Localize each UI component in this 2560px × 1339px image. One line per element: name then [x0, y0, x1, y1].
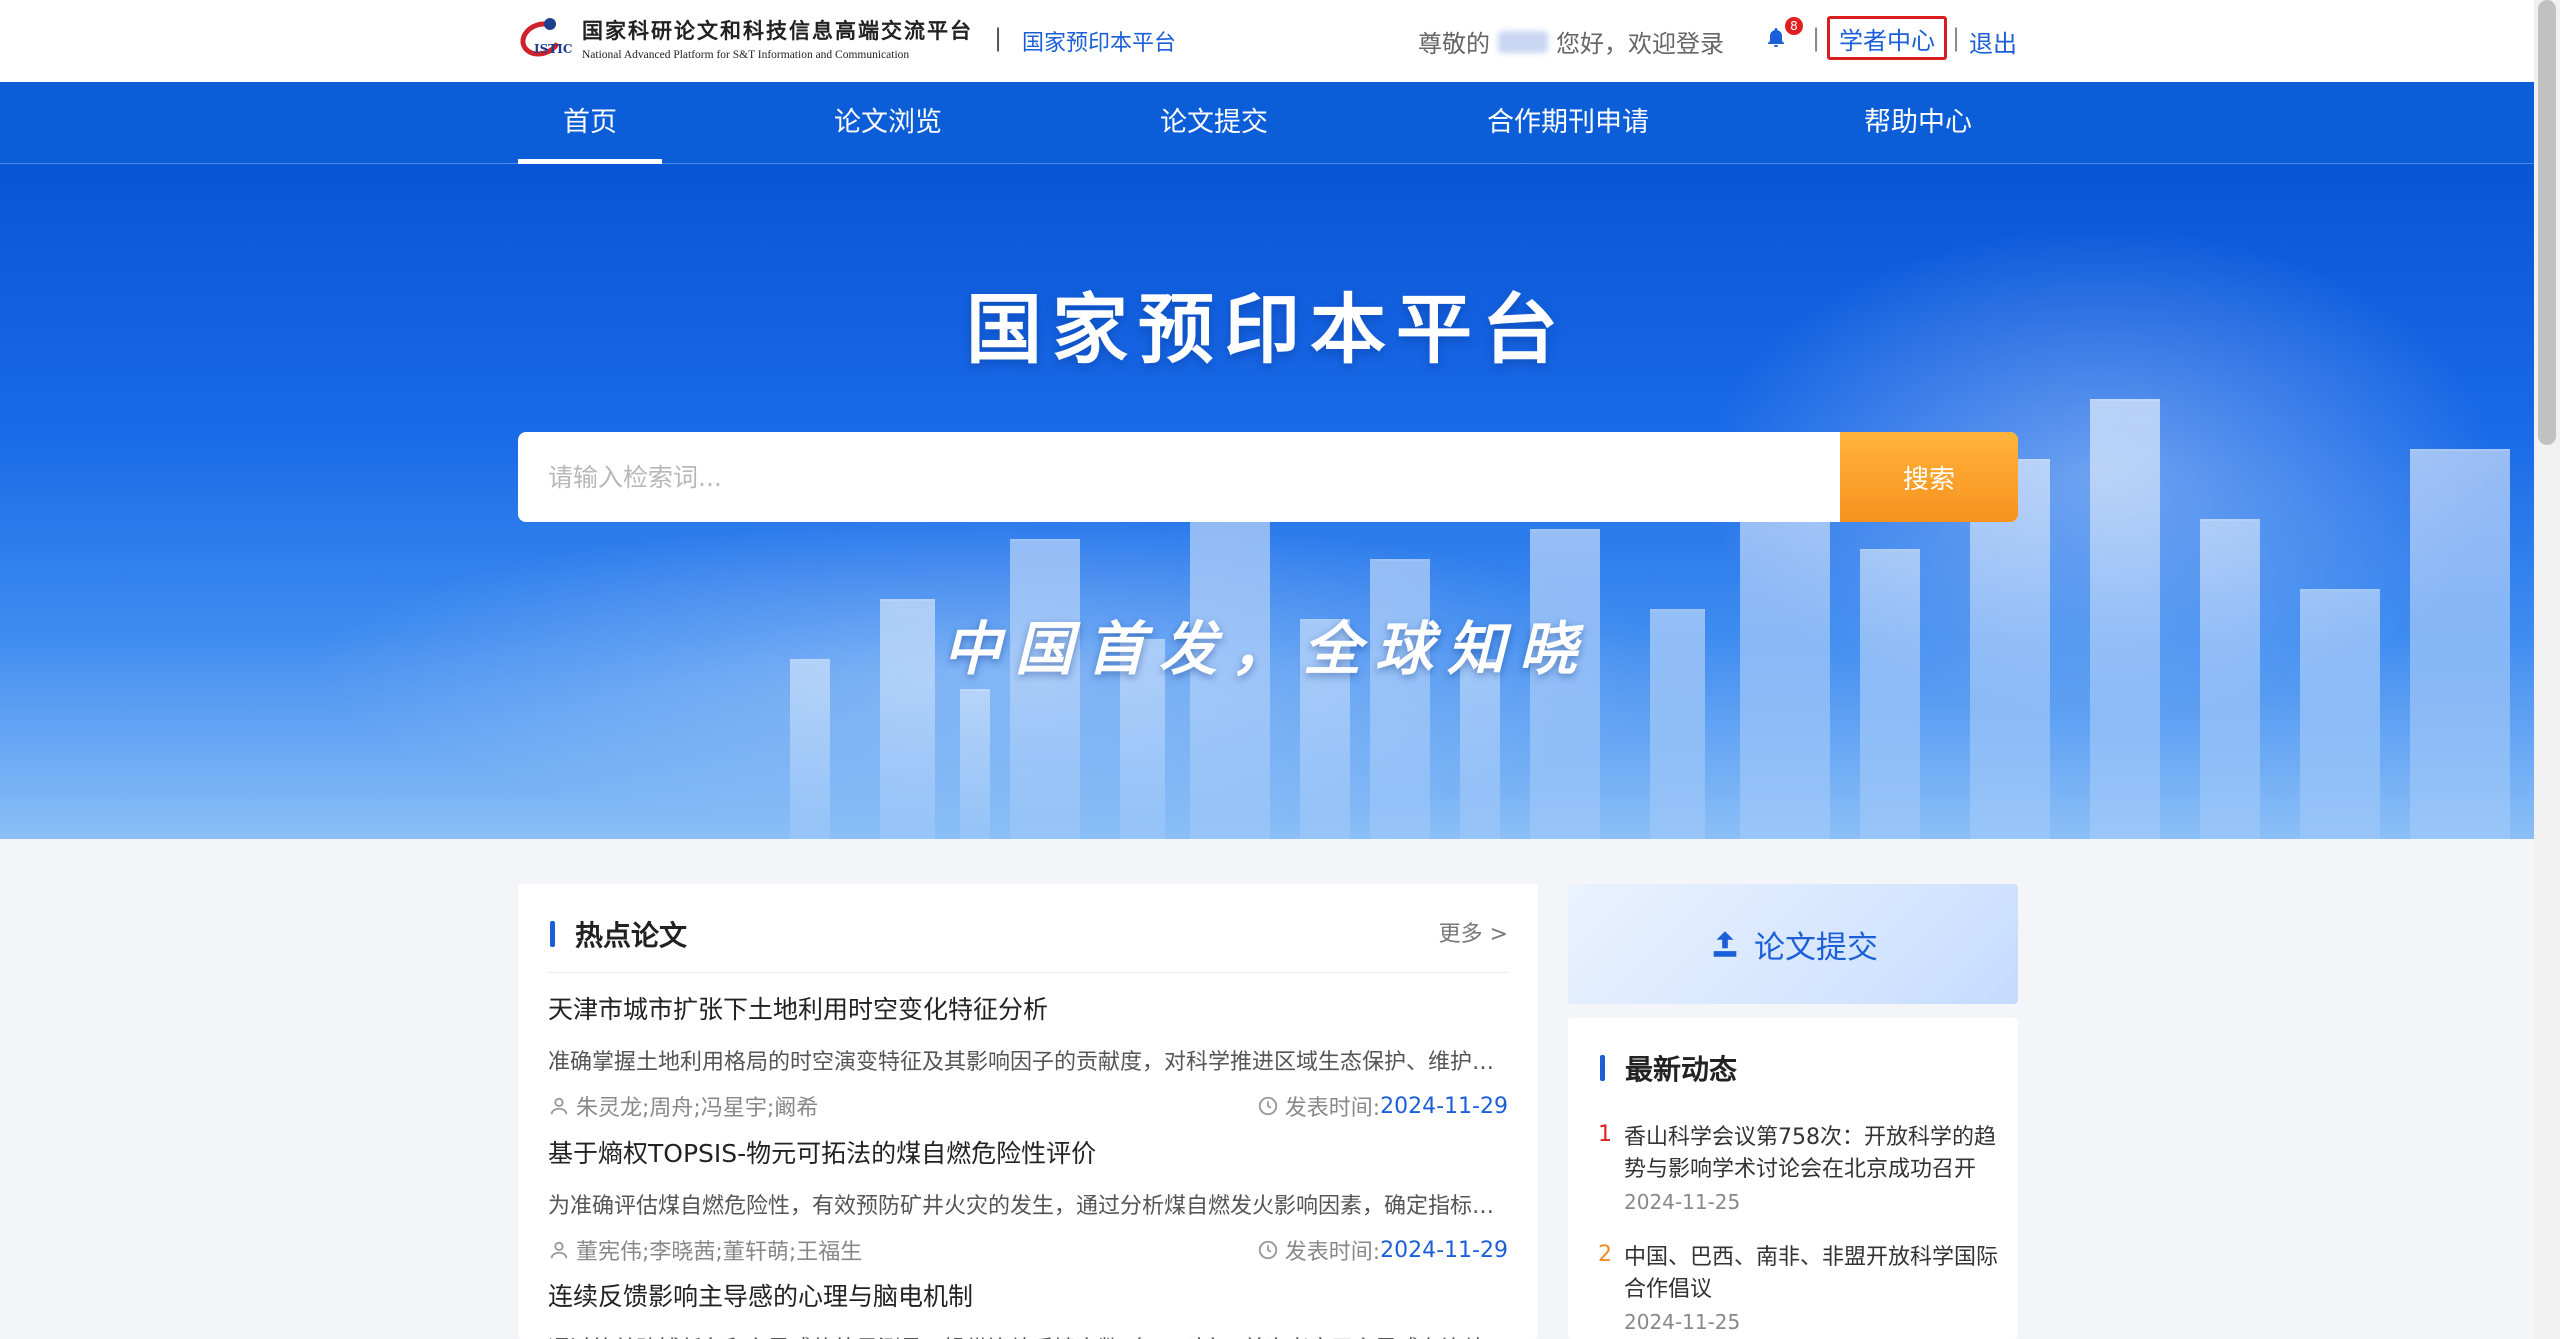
section-accent-bar: [1600, 1055, 1605, 1081]
section-divider: [548, 972, 1508, 973]
logo-title-cn: 国家科研论文和科技信息高端交流平台: [582, 18, 973, 43]
search-bar: 搜索: [518, 432, 2018, 522]
main-nav: 首页 论文浏览 论文提交 合作期刊申请 帮助中心: [0, 82, 2534, 164]
news-headline[interactable]: 香山科学会议第758次：开放科学的趋势与影响学术讨论会在北京成功召开: [1624, 1122, 1998, 1186]
news-rank: 2: [1598, 1242, 1612, 1267]
paper-item: 连续反馈影响主导感的心理与脑电机制 通过简单赌博任务和主导感的外显测量，操纵连续…: [548, 1277, 1508, 1339]
section-accent-bar: [550, 921, 555, 947]
news-date: 2024-11-25: [1624, 1310, 1741, 1334]
nav-help-center[interactable]: 帮助中心: [1838, 82, 1998, 164]
header-divider: |: [1952, 24, 1961, 52]
notification-badge: 8: [1785, 17, 1803, 35]
news-item[interactable]: 2 中国、巴西、南非、非盟开放科学国际合作倡议 2024-11-25: [1598, 1242, 1998, 1334]
search-button[interactable]: 搜索: [1840, 432, 2018, 522]
hot-papers-panel: 热点论文 更多 > 天津市城市扩张下土地利用时空变化特征分析 准确掌握土地利用格…: [518, 884, 1538, 1339]
upload-icon: [1708, 927, 1742, 961]
nav-journal-application[interactable]: 合作期刊申请: [1468, 82, 1668, 164]
scrollbar-thumb[interactable]: [2538, 0, 2556, 445]
clock-icon: [1257, 1095, 1279, 1117]
paper-authors: 朱灵龙;周舟;冯星宇;阚希: [576, 1096, 819, 1121]
site-logo[interactable]: ISTIC 国家科研论文和科技信息高端交流平台 National Advance…: [515, 14, 973, 63]
news-date: 2024-11-25: [1624, 1190, 1741, 1214]
banner-slogan: 中国首发，全球知晓: [942, 615, 1591, 683]
news-headline[interactable]: 中国、巴西、南非、非盟开放科学国际合作倡议: [1624, 1242, 1998, 1306]
paper-item: 基于熵权TOPSIS-物元可拓法的煤自燃危险性评价 为准确评估煤自燃危险性，有效…: [548, 1134, 1508, 1265]
news-rank: 1: [1598, 1122, 1612, 1147]
paper-title[interactable]: 天津市城市扩张下土地利用时空变化特征分析: [548, 990, 1508, 1026]
hot-papers-title: 热点论文: [575, 919, 688, 952]
greeting-prefix: 尊敬的: [1418, 30, 1490, 58]
top-header: ISTIC 国家科研论文和科技信息高端交流平台 National Advance…: [0, 0, 2534, 82]
paper-date: 2024-11-29: [1380, 1093, 1508, 1119]
hot-papers-more-link[interactable]: 更多 >: [1439, 916, 1508, 948]
istic-logo-icon: ISTIC: [515, 14, 574, 63]
header-divider: |: [1812, 24, 1821, 52]
latest-news-title: 最新动态: [1625, 1053, 1738, 1086]
nav-submit-paper[interactable]: 论文提交: [1134, 82, 1294, 164]
date-label: 发表时间:: [1284, 1096, 1381, 1121]
latest-news-panel: 最新动态 1 香山科学会议第758次：开放科学的趋势与影响学术讨论会在北京成功召…: [1568, 1018, 2018, 1339]
scholar-center-link[interactable]: 学者中心: [1827, 16, 1947, 60]
logo-title-en: National Advanced Platform for S&T Infor…: [582, 49, 910, 61]
banner-title: 国家预印本平台: [966, 285, 1568, 374]
user-icon: [548, 1239, 570, 1261]
paper-abstract: 通过简单赌博任务和主导感的外显测量，操纵连续反馈次数（1~8次），首次考察了主导…: [548, 1331, 1508, 1339]
paper-abstract: 准确掌握土地利用格局的时空演变特征及其影响因子的贡献度，对科学推进区域生态保护、…: [548, 1050, 1508, 1075]
search-input[interactable]: [518, 432, 1840, 522]
username-redacted: [1498, 30, 1548, 53]
paper-authors: 董宪伟;李晓茜;董轩萌;王福生: [576, 1240, 863, 1265]
page-scrollbar[interactable]: [2534, 0, 2560, 1339]
user-icon: [548, 1095, 570, 1117]
platform-link[interactable]: 国家预印本平台: [1022, 25, 1176, 57]
paper-abstract: 为准确评估煤自燃危险性，有效预防矿井火灾的发生，通过分析煤自燃发火影响因素，确定…: [548, 1194, 1508, 1219]
paper-item: 天津市城市扩张下土地利用时空变化特征分析 准确掌握土地利用格局的时空演变特征及其…: [548, 990, 1508, 1121]
submit-paper-card[interactable]: 论文提交: [1568, 884, 2018, 1004]
nav-home[interactable]: 首页: [518, 82, 662, 164]
logout-link[interactable]: 退出: [1969, 24, 2017, 59]
submit-paper-label: 论文提交: [1754, 929, 1878, 966]
nav-browse-papers[interactable]: 论文浏览: [808, 82, 968, 164]
paper-date: 2024-11-29: [1380, 1237, 1508, 1263]
news-item[interactable]: 1 香山科学会议第758次：开放科学的趋势与影响学术讨论会在北京成功召开 202…: [1598, 1122, 1998, 1214]
date-label: 发表时间:: [1284, 1240, 1381, 1265]
header-separator: |: [994, 24, 1003, 52]
bell-icon[interactable]: [1764, 26, 1788, 50]
greeting: 尊敬的 您好，欢迎登录: [1418, 24, 1724, 59]
paper-title[interactable]: 连续反馈影响主导感的心理与脑电机制: [548, 1277, 1508, 1313]
clock-icon: [1257, 1239, 1279, 1261]
hero-banner: 国家预印本平台 搜索 中国首发，全球知晓: [0, 164, 2534, 839]
paper-title[interactable]: 基于熵权TOPSIS-物元可拓法的煤自燃危险性评价: [548, 1134, 1508, 1170]
greeting-suffix: 您好，欢迎登录: [1556, 30, 1724, 58]
